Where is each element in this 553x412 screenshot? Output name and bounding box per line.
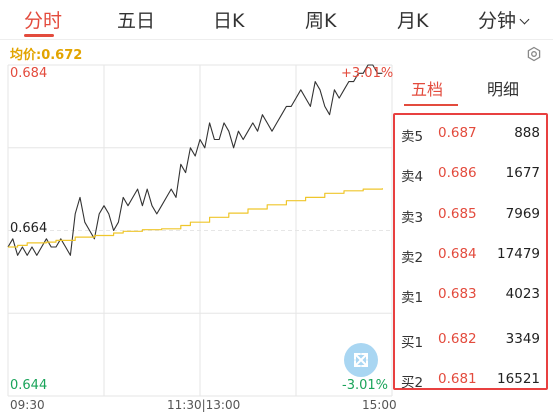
order-price: 0.685	[438, 206, 477, 222]
order-level-label: 买1	[401, 335, 424, 351]
fullscreen-button[interactable]	[344, 343, 378, 377]
order-level-label: 卖1	[401, 290, 424, 306]
order-level-label: 卖5	[401, 129, 424, 145]
price-high-label: 0.684	[10, 66, 48, 81]
order-book-row: 卖4 0.686 1677	[395, 163, 546, 185]
order-book: 卖5 0.687 888 卖4 0.686 1677 卖3 0.685 7969…	[393, 113, 548, 391]
tab-daily-k[interactable]: 日K	[213, 6, 244, 33]
price-low-label: 0.644	[10, 378, 48, 393]
order-price: 0.686	[438, 165, 477, 181]
average-price-line	[8, 188, 383, 248]
order-level-label: 卖3	[401, 210, 424, 226]
gear-icon[interactable]	[526, 46, 542, 62]
order-book-row: 卖2 0.684 17479	[395, 244, 546, 266]
tabs-divider	[0, 39, 553, 40]
order-price: 0.681	[438, 371, 477, 387]
tab-minute[interactable]: 分钟	[478, 6, 530, 33]
order-book-row: 卖3 0.685 7969	[395, 204, 546, 226]
order-volume: 888	[514, 125, 540, 141]
order-price: 0.683	[438, 286, 477, 302]
active-tab-indicator	[24, 34, 54, 37]
tab-five-day[interactable]: 五日	[117, 6, 155, 33]
prev-close-label: 0.664	[10, 221, 48, 236]
tab-minute-label: 分钟	[478, 10, 517, 32]
chart-grid	[7, 64, 393, 397]
time-close-label: 15:00	[362, 398, 397, 412]
order-price: 0.682	[438, 331, 477, 347]
order-price: 0.687	[438, 125, 477, 141]
chart-lines	[7, 64, 383, 256]
order-book-row: 卖5 0.687 888	[395, 123, 546, 145]
tab-trade-details[interactable]: 明细	[487, 76, 519, 100]
order-book-row: 卖1 0.683 4023	[395, 284, 546, 306]
order-volume: 1677	[505, 165, 540, 181]
order-volume: 3349	[505, 331, 540, 347]
order-book-row: 买2 0.681 16521	[395, 369, 546, 391]
order-level-label: 卖2	[401, 250, 424, 266]
time-midday-label: 11:30|13:00	[167, 398, 241, 412]
intraday-chart[interactable]	[0, 60, 400, 412]
pct-high-label: +3.01%	[341, 66, 394, 81]
period-tabs: 分时 五日 日K 周K 月K 分钟	[0, 0, 553, 38]
order-price: 0.684	[438, 246, 477, 262]
order-book-row: 买1 0.682 3349	[395, 329, 546, 351]
time-open-label: 09:30	[10, 398, 45, 412]
expand-icon	[354, 353, 368, 367]
tab-weekly-k[interactable]: 周K	[305, 6, 336, 33]
pct-low-label: -3.01%	[342, 378, 388, 393]
order-level-label: 买2	[401, 375, 424, 391]
order-volume: 17479	[497, 246, 540, 262]
price-line	[7, 64, 383, 256]
tab-intraday[interactable]: 分时	[24, 6, 62, 33]
tab-monthly-k[interactable]: 月K	[397, 6, 428, 33]
tab-five-levels[interactable]: 五档	[411, 76, 443, 100]
order-volume: 7969	[505, 206, 540, 222]
order-volume: 16521	[497, 371, 540, 387]
order-level-label: 卖4	[401, 169, 424, 185]
side-tab-indicator	[404, 104, 458, 106]
order-volume: 4023	[505, 286, 540, 302]
chevron-down-icon	[519, 14, 530, 25]
